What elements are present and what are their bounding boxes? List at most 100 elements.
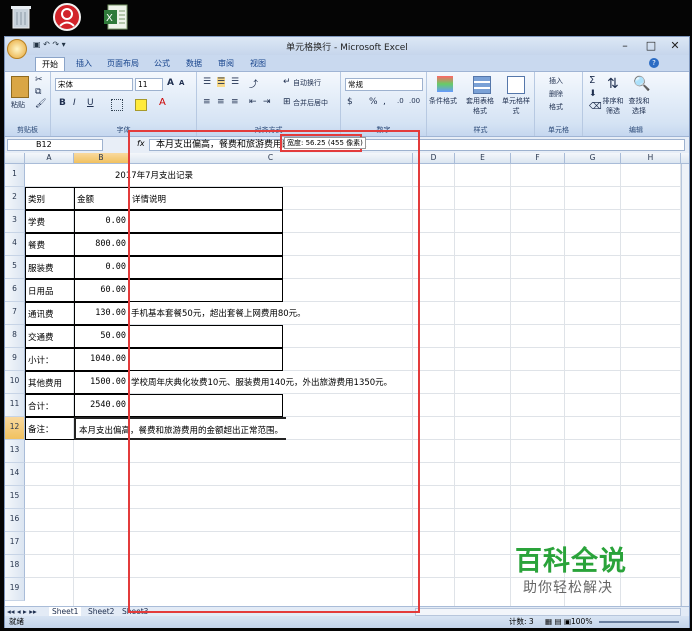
row-header-6[interactable]: 6 [5,279,25,302]
row-header-13[interactable]: 13 [5,440,25,463]
format-as-table-icon[interactable] [473,76,491,94]
increase-decimal-icon[interactable]: .0 [397,97,404,105]
column-header-h[interactable]: H [621,153,681,164]
view-buttons-icon[interactable]: ▦ ▤ ▣ [545,616,571,628]
align-left-icon[interactable]: ≡ [203,97,211,107]
number-format-dropdown[interactable]: 常规 [345,78,423,91]
fill-color-icon[interactable] [135,99,147,111]
align-right-icon[interactable]: ≡ [231,97,239,107]
row-header-15[interactable]: 15 [5,486,25,509]
copy-icon[interactable]: ⧉ [35,87,41,97]
autosum-button[interactable]: Σ [589,75,595,86]
font-color-button[interactable]: A [159,97,166,108]
cell-amount[interactable]: 2540.00 [74,394,130,417]
cell-styles-button[interactable]: 单元格样式 [501,96,531,116]
fill-icon[interactable]: ⬇ [589,89,597,99]
shrink-font-button[interactable]: A [179,79,184,87]
grow-font-button[interactable]: A [167,78,174,88]
row-header-9[interactable]: 9 [5,348,25,371]
paste-icon[interactable] [11,76,29,98]
find-select-icon[interactable]: 🔍 [633,76,650,92]
currency-icon[interactable]: $ [347,97,353,107]
header-category[interactable]: 类别 [25,187,75,210]
row-header-1[interactable]: 1 [5,164,25,187]
delete-cells-button[interactable]: 删除 [549,89,563,99]
tab-formulas[interactable]: 公式 [149,57,175,71]
cell-amount[interactable]: 60.00 [74,279,130,302]
maximize-button[interactable]: □ [639,38,663,54]
cell-category[interactable]: 小计： [25,348,75,371]
column-header-g[interactable]: G [565,153,621,164]
row-header-7[interactable]: 7 [5,302,25,325]
cell-category[interactable]: 交通费 [25,325,75,348]
column-header-e[interactable]: E [455,153,511,164]
cell-amount[interactable]: 800.00 [74,233,130,256]
italic-button[interactable]: I [73,98,76,108]
wrap-text-button[interactable]: 自动换行 [293,78,321,88]
vertical-scrollbar[interactable] [681,164,689,606]
conditional-format-button[interactable]: 条件格式 [429,96,457,106]
decrease-decimal-icon[interactable]: .00 [409,97,420,105]
cell-category[interactable]: 服装费 [25,256,75,279]
font-name-dropdown[interactable]: 宋体 [55,78,133,91]
orientation-icon[interactable]: ⤴ [249,77,258,90]
cell-styles-icon[interactable] [507,76,525,94]
comma-button[interactable]: , [383,97,386,107]
wrap-text-icon[interactable]: ↵ [283,77,291,87]
row-header-5[interactable]: 5 [5,256,25,279]
sort-filter-icon[interactable]: ⇅ [607,76,619,92]
format-cells-button[interactable]: 格式 [549,102,563,112]
paste-button[interactable]: 粘贴 [11,100,25,110]
cell-amount[interactable]: 0.00 [74,210,130,233]
increase-indent-icon[interactable]: ⇥ [263,97,271,107]
select-all-corner[interactable] [5,153,25,164]
cell-amount[interactable]: 130.00 [74,302,130,325]
name-box[interactable]: B12 [7,139,103,151]
cell-category[interactable]: 餐费 [25,233,75,256]
cut-icon[interactable]: ✂ [35,75,43,85]
format-as-table-button[interactable]: 套用表格格式 [465,96,495,116]
close-button[interactable]: ✕ [663,38,687,54]
row-header-11[interactable]: 11 [5,394,25,417]
tab-view[interactable]: 视图 [245,57,271,71]
header-amount[interactable]: 金额 [74,187,130,210]
row-header-8[interactable]: 8 [5,325,25,348]
merge-center-button[interactable]: 合并后居中 [293,98,328,108]
row-header-2[interactable]: 2 [5,187,25,210]
underline-button[interactable]: U [87,98,94,108]
bold-button[interactable]: B [59,98,66,108]
row-header-4[interactable]: 4 [5,233,25,256]
tab-home[interactable]: 开始 [35,57,65,71]
cell-category[interactable]: 其他费用 [25,371,75,394]
cell-category[interactable]: 合计： [25,394,75,417]
cell-amount[interactable]: 50.00 [74,325,130,348]
tab-review[interactable]: 审阅 [213,57,239,71]
column-header-a[interactable]: A [25,153,74,164]
row-header-18[interactable]: 18 [5,555,25,578]
excel-file-icon[interactable]: X [101,2,131,32]
column-header-b[interactable]: B [74,153,129,164]
vertical-scrollbar-top[interactable] [681,153,689,164]
zoom-slider[interactable] [599,621,679,623]
conditional-format-icon[interactable] [437,76,453,92]
row-header-12[interactable]: 12 [5,417,25,440]
align-bottom-icon[interactable]: ☰ [231,77,239,87]
cell-amount[interactable]: 1040.00 [74,348,130,371]
percent-button[interactable]: % [369,97,378,107]
help-icon[interactable]: ? [649,58,659,68]
decrease-indent-icon[interactable]: ⇤ [249,97,257,107]
row-header-17[interactable]: 17 [5,532,25,555]
cell-category[interactable]: 日用品 [25,279,75,302]
row-header-19[interactable]: 19 [5,578,25,601]
insert-cells-button[interactable]: 插入 [549,76,563,86]
column-header-f[interactable]: F [511,153,565,164]
horizontal-scrollbar[interactable] [415,608,681,616]
tab-insert[interactable]: 插入 [71,57,97,71]
font-size-dropdown[interactable]: 11 [135,78,163,91]
cell-amount[interactable]: 0.00 [74,256,130,279]
cell-amount[interactable]: 1500.00 [74,371,130,394]
row-header-14[interactable]: 14 [5,463,25,486]
recycle-bin-icon[interactable] [6,2,36,32]
find-select-button[interactable]: 查找和选择 [627,96,651,116]
row-header-10[interactable]: 10 [5,371,25,394]
